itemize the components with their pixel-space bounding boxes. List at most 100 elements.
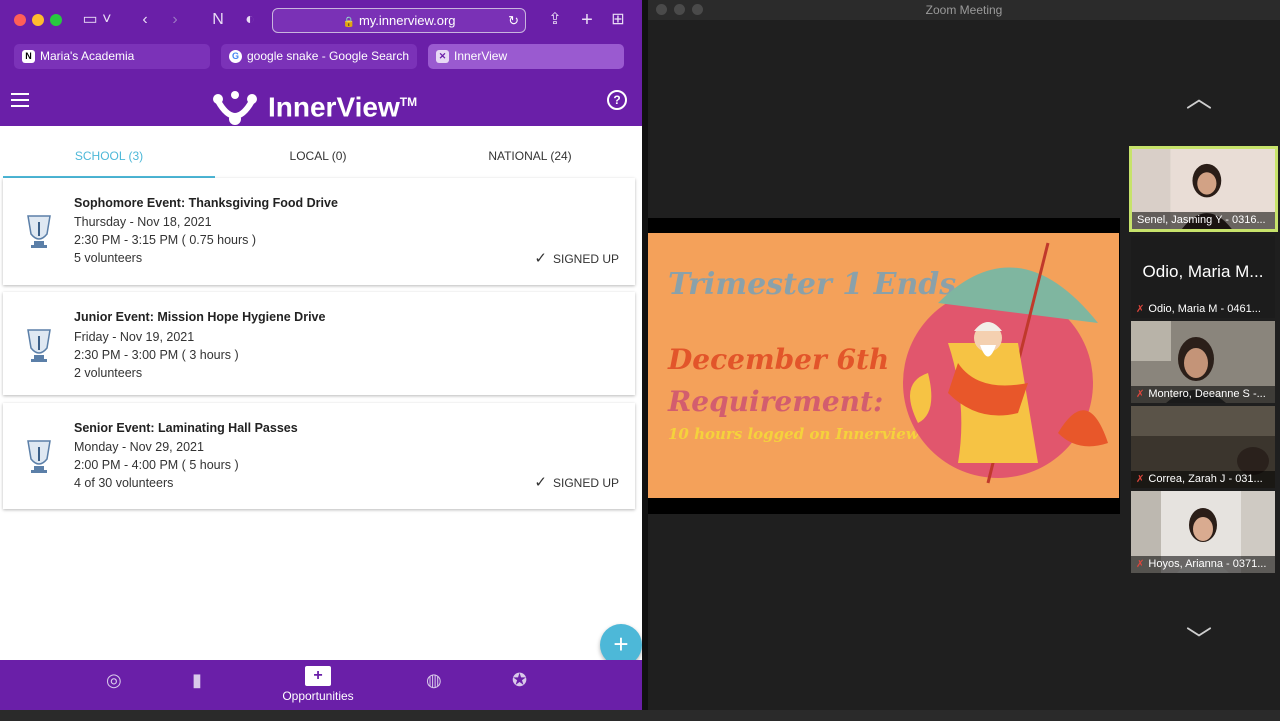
signed-up-status[interactable]: ✓ SIGNED UP bbox=[534, 249, 619, 267]
notion-extension-icon[interactable]: N bbox=[208, 8, 228, 32]
shield-icon[interactable]: ◐ bbox=[240, 8, 260, 32]
forward-icon[interactable]: › bbox=[166, 8, 184, 32]
help-icon[interactable]: ? bbox=[607, 90, 627, 110]
muted-mic-icon: ✗ bbox=[1136, 304, 1145, 315]
participant-display-name: Odio, Maria M... bbox=[1142, 262, 1264, 281]
zoom-minimize-button[interactable] bbox=[674, 4, 685, 15]
signed-up-label: SIGNED UP bbox=[552, 476, 619, 490]
tab-school[interactable]: SCHOOL (3) bbox=[3, 126, 215, 178]
minimize-window-button[interactable] bbox=[32, 14, 44, 26]
nav-opportunities-label: Opportunities bbox=[282, 689, 354, 703]
innerview-logo-icon bbox=[213, 90, 257, 125]
opportunity-tabs: SCHOOL (3) LOCAL (0) NATIONAL (24) bbox=[0, 126, 642, 178]
signed-up-status[interactable]: ✓ SIGNED UP bbox=[534, 473, 619, 491]
event-card[interactable]: Sophomore Event: Thanksgiving Food Drive… bbox=[3, 178, 635, 285]
shared-slide: Trimester 1 Ends... December 6th Require… bbox=[648, 233, 1119, 498]
tab-overview-icon[interactable]: ⊞ bbox=[608, 8, 628, 32]
participant-name-row: ✗ Montero, Deeanne S -... bbox=[1131, 386, 1275, 403]
event-title: Sophomore Event: Thanksgiving Food Drive bbox=[74, 196, 338, 210]
tab-label: Maria's Academia bbox=[40, 49, 135, 63]
desktop: ▭ ˅ ‹ › N ◐ 🔒 my.innerview.org ↻ ⇪ + ⊞ N … bbox=[0, 0, 1280, 721]
signed-up-label: SIGNED UP bbox=[552, 252, 619, 266]
bar-chart-icon[interactable]: ▮ bbox=[192, 670, 202, 691]
notion-icon: N bbox=[22, 50, 35, 63]
participant-name: Senel, Jasming Y - 0316... bbox=[1132, 212, 1275, 229]
event-volunteers: 4 of 30 volunteers bbox=[74, 476, 174, 490]
browser-window: ▭ ˅ ‹ › N ◐ 🔒 my.innerview.org ↻ ⇪ + ⊞ N … bbox=[0, 0, 642, 710]
brand-trademark: TM bbox=[399, 95, 418, 109]
slide-date: December 6th bbox=[668, 343, 890, 376]
muted-mic-icon: ✗ bbox=[1136, 559, 1145, 570]
fullscreen-window-button[interactable] bbox=[50, 14, 62, 26]
event-title: Senior Event: Laminating Hall Passes bbox=[74, 421, 298, 435]
zoom-title-bar: Zoom Meeting bbox=[648, 0, 1280, 20]
globe-icon[interactable]: ◍ bbox=[426, 670, 442, 691]
participant-name: Hoyos, Arianna - 0371... bbox=[1148, 558, 1267, 570]
event-time: 2:30 PM - 3:00 PM ( 3 hours ) bbox=[74, 348, 239, 362]
event-date: Thursday - Nov 18, 2021 bbox=[74, 215, 212, 229]
event-volunteers: 2 volunteers bbox=[74, 366, 143, 380]
event-card[interactable]: Junior Event: Mission Hope Hygiene Drive… bbox=[3, 292, 635, 395]
app-header: InnerViewTM bbox=[0, 76, 642, 126]
zoom-close-button[interactable] bbox=[656, 4, 667, 15]
participant-name: Correa, Zarah J - 031... bbox=[1148, 473, 1263, 485]
zoom-fullscreen-button[interactable] bbox=[692, 4, 703, 15]
menu-icon[interactable] bbox=[11, 93, 29, 107]
school-crest-icon bbox=[27, 440, 51, 473]
event-title: Junior Event: Mission Hope Hygiene Drive bbox=[74, 310, 326, 324]
url-text: my.innerview.org bbox=[358, 13, 456, 28]
participant-tile[interactable]: ✗ Hoyos, Arianna - 0371... bbox=[1131, 491, 1275, 573]
event-date: Friday - Nov 19, 2021 bbox=[74, 330, 195, 344]
brand-name: InnerView bbox=[268, 91, 400, 123]
participant-name-row: ✗ Correa, Zarah J - 031... bbox=[1131, 471, 1275, 488]
scroll-down-chevron-icon[interactable]: ﹀ bbox=[1186, 620, 1212, 657]
participant-tile[interactable]: ✗ Correa, Zarah J - 031... bbox=[1131, 406, 1275, 488]
tab-label: InnerView bbox=[454, 49, 508, 63]
tab-innerview[interactable]: ✕ InnerView bbox=[428, 44, 624, 69]
muted-mic-icon: ✗ bbox=[1136, 474, 1145, 485]
slide-hours: 10 hours logged on Innerview bbox=[668, 425, 919, 443]
checkmark-icon: ✓ bbox=[534, 250, 547, 267]
participant-tile[interactable]: Odio, Maria M... ✗ Odio, Maria M - 0461..… bbox=[1131, 236, 1275, 318]
macos-dock bbox=[0, 710, 1280, 721]
address-bar[interactable]: 🔒 my.innerview.org ↻ bbox=[272, 8, 526, 33]
tab-national[interactable]: NATIONAL (24) bbox=[424, 126, 636, 178]
star-icon[interactable]: ✪ bbox=[512, 670, 527, 691]
tab-local[interactable]: LOCAL (0) bbox=[212, 126, 424, 178]
old-man-umbrella-illustration bbox=[903, 242, 1108, 484]
participant-tile[interactable]: ✗ Montero, Deeanne S -... bbox=[1131, 321, 1275, 403]
back-icon[interactable]: ‹ bbox=[136, 8, 154, 32]
tab-label: google snake - Google Search bbox=[247, 49, 410, 63]
sidebar-icon[interactable]: ▭ ˅ bbox=[82, 8, 112, 32]
reload-icon[interactable]: ↻ bbox=[508, 9, 519, 32]
participant-name-row: ✗ Odio, Maria M - 0461... bbox=[1131, 301, 1275, 318]
tab-marias-academia[interactable]: N Maria's Academia bbox=[14, 44, 210, 69]
fingerprint-icon[interactable]: ◎ bbox=[106, 670, 122, 691]
bottom-nav: ◎ ▮ + Opportunities ◍ ✪ bbox=[0, 660, 642, 710]
school-crest-icon bbox=[27, 329, 51, 362]
event-volunteers: 5 volunteers bbox=[74, 251, 143, 265]
participant-name: Odio, Maria M - 0461... bbox=[1148, 303, 1261, 315]
lock-icon: 🔒 bbox=[342, 17, 355, 28]
new-tab-icon[interactable]: + bbox=[577, 8, 597, 32]
close-window-button[interactable] bbox=[14, 14, 26, 26]
folder-plus-icon: + bbox=[305, 666, 331, 686]
event-date: Monday - Nov 29, 2021 bbox=[74, 440, 204, 454]
google-icon: G bbox=[229, 50, 242, 63]
event-card[interactable]: Senior Event: Laminating Hall Passes Mon… bbox=[3, 403, 635, 509]
tab-google-snake[interactable]: G google snake - Google Search bbox=[221, 44, 417, 69]
school-crest-icon bbox=[27, 215, 51, 248]
participant-name: Montero, Deeanne S -... bbox=[1148, 388, 1266, 400]
muted-mic-icon: ✗ bbox=[1136, 389, 1145, 400]
participant-tile[interactable]: Senel, Jasming Y - 0316... bbox=[1129, 146, 1278, 232]
zoom-window-title: Zoom Meeting bbox=[925, 3, 1003, 17]
scroll-up-chevron-icon[interactable]: ︿ bbox=[1186, 78, 1212, 115]
event-time: 2:00 PM - 4:00 PM ( 5 hours ) bbox=[74, 458, 239, 472]
share-icon[interactable]: ⇪ bbox=[545, 8, 565, 32]
nav-opportunities[interactable]: + Opportunities bbox=[268, 666, 368, 703]
event-time: 2:30 PM - 3:15 PM ( 0.75 hours ) bbox=[74, 233, 257, 247]
innerview-favicon-icon: ✕ bbox=[436, 50, 449, 63]
participant-name-row: ✗ Hoyos, Arianna - 0371... bbox=[1131, 556, 1275, 573]
browser-toolbar: ▭ ˅ ‹ › N ◐ 🔒 my.innerview.org ↻ ⇪ + ⊞ N … bbox=[0, 0, 642, 76]
innerview-logo: InnerViewTM bbox=[210, 82, 418, 125]
